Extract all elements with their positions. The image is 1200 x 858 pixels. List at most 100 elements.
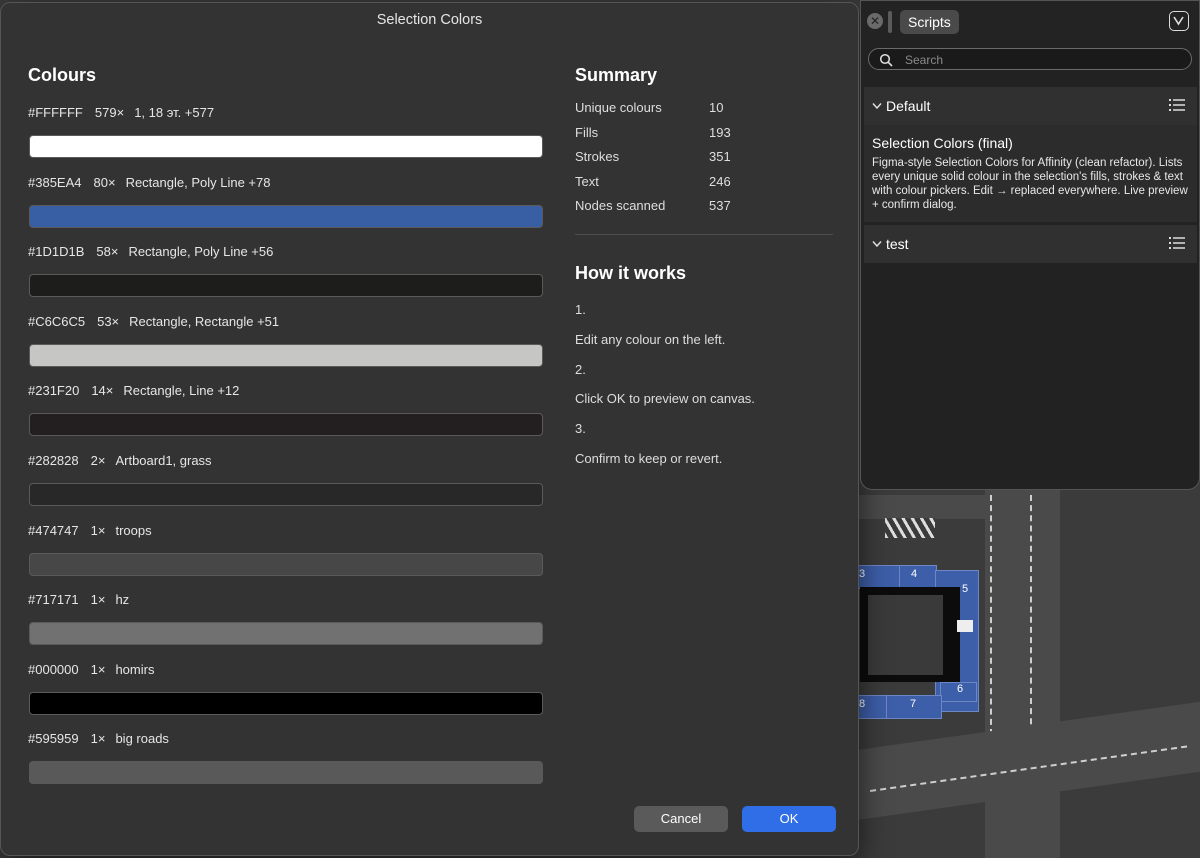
summary-value: 246	[709, 174, 731, 189]
colour-picker-swatch[interactable]	[29, 692, 543, 715]
swatch-hex: #1D1D1B	[28, 244, 85, 259]
swatch-nodes: Artboard1, grass	[115, 453, 212, 468]
swatch-count: 1×	[90, 523, 106, 538]
swatch-count: 14×	[91, 383, 114, 398]
chevron-down-icon[interactable]	[1169, 11, 1189, 31]
building-label: 6	[957, 683, 964, 695]
summary-label: Text	[575, 174, 599, 189]
building-label: 8	[859, 698, 866, 710]
panel-grip[interactable]	[888, 11, 892, 33]
swatch-label: #282828 2× Artboard1, grass	[28, 453, 212, 468]
tab-scripts[interactable]: Scripts	[900, 10, 959, 34]
chevron-down-icon[interactable]	[872, 102, 882, 110]
swatch-hex: #000000	[28, 662, 79, 677]
swatch-label: #FFFFFF 579× 1, 18 эт. +577	[28, 105, 214, 120]
building: 7	[885, 695, 942, 719]
summary-label: Nodes scanned	[575, 198, 666, 213]
building: 4	[899, 565, 937, 589]
dialog-title: Selection Colors	[376, 12, 483, 28]
swatch-count: 1×	[90, 662, 106, 677]
swatch-count: 1×	[90, 592, 106, 607]
swatch-label: #000000 1× homirs	[28, 662, 154, 677]
swatch-nodes: big roads	[115, 731, 169, 746]
building: 8	[857, 695, 887, 719]
script-description: Figma-style Selection Colors for Affinit…	[872, 157, 1188, 211]
swatch-hex: #474747	[28, 523, 79, 538]
step-number: 3.	[575, 421, 586, 436]
group-header-default[interactable]: Default	[864, 87, 1197, 125]
list-menu-icon[interactable]	[1169, 237, 1185, 249]
building: 3	[857, 565, 901, 589]
summary-label: Fills	[575, 125, 599, 140]
cancel-button[interactable]: Cancel	[634, 806, 728, 832]
group-header-test[interactable]: test	[864, 225, 1197, 263]
swatch-hex: #595959	[28, 731, 79, 746]
step-number: 2.	[575, 362, 586, 377]
colour-picker-swatch[interactable]	[29, 205, 543, 228]
swatch-hex: #231F20	[28, 383, 80, 398]
step-text: Edit any colour on the left.	[575, 332, 726, 347]
colour-picker-swatch[interactable]	[29, 553, 543, 576]
colour-picker-swatch[interactable]	[29, 274, 543, 297]
colour-picker-swatch[interactable]	[29, 483, 543, 506]
swatch-nodes: Rectangle, Poly Line +78	[125, 175, 271, 190]
summary-value: 537	[709, 198, 731, 213]
colour-picker-swatch[interactable]	[29, 413, 543, 436]
parking-area	[885, 518, 935, 538]
summary-value: 351	[709, 149, 731, 164]
lane-marking	[990, 495, 992, 735]
close-icon[interactable]: ✕	[867, 13, 883, 29]
colour-picker-swatch[interactable]	[29, 344, 543, 367]
swatch-hex: #FFFFFF	[28, 105, 83, 120]
script-item[interactable]: Selection Colors (final) Figma-style Sel…	[864, 125, 1197, 222]
search-input[interactable]	[903, 51, 1177, 69]
step-number: 1.	[575, 302, 586, 317]
colour-picker-swatch[interactable]	[29, 135, 543, 158]
chevron-down-icon[interactable]	[872, 240, 882, 248]
colour-picker-swatch[interactable]	[29, 622, 543, 645]
summary-value: 193	[709, 125, 731, 140]
swatch-hex: #717171	[28, 592, 79, 607]
swatch-count: 2×	[90, 453, 106, 468]
road	[857, 495, 987, 519]
list-menu-icon[interactable]	[1169, 99, 1185, 111]
swatch-count: 80×	[93, 175, 116, 190]
swatch-nodes: Rectangle, Rectangle +51	[129, 314, 280, 329]
how-it-works-heading: How it works	[575, 263, 687, 283]
swatch-nodes: homirs	[115, 662, 155, 677]
swatch-nodes: Rectangle, Line +12	[123, 383, 240, 398]
swatch-hex: #282828	[28, 453, 79, 468]
swatch-nodes: 1, 18 эт. +577	[134, 105, 215, 120]
swatch-count: 53×	[97, 314, 120, 329]
building-label: 3	[859, 568, 866, 580]
group-name: test	[886, 236, 909, 252]
swatch-count: 58×	[96, 244, 119, 259]
marker	[957, 620, 973, 632]
summary-label: Unique colours	[575, 100, 662, 115]
swatch-hex: #385EA4	[28, 175, 82, 190]
inner-courtyard	[868, 595, 943, 675]
swatch-label: #385EA4 80× Rectangle, Poly Line +78	[28, 175, 270, 190]
ok-button[interactable]: OK	[742, 806, 836, 832]
colours-heading: Colours	[28, 65, 97, 85]
scripts-panel: ✕ Scripts Default Selection Colors (fina…	[860, 0, 1200, 490]
swatch-count: 1×	[90, 731, 106, 746]
swatch-label: #474747 1× troops	[28, 523, 152, 538]
script-name: Selection Colors (final)	[872, 135, 1013, 151]
building-label: 4	[911, 568, 918, 580]
swatch-label: #717171 1× hz	[28, 592, 129, 607]
building-label: 7	[910, 698, 917, 710]
selection-colors-dialog: Selection Colors Colours #FFFFFF 579× 1, 1…	[0, 2, 859, 856]
search-box[interactable]	[868, 48, 1192, 70]
summary-label: Strokes	[575, 149, 620, 164]
swatch-count: 579×	[94, 105, 125, 120]
swatch-nodes: Rectangle, Poly Line +56	[128, 244, 274, 259]
swatch-nodes: troops	[115, 523, 152, 538]
building: 6	[940, 682, 977, 702]
swatch-nodes: hz	[115, 592, 130, 607]
colour-picker-swatch[interactable]	[29, 761, 543, 784]
swatch-hex: #C6C6C5	[28, 314, 86, 329]
swatch-label: #595959 1× big roads	[28, 731, 169, 746]
summary-value: 10	[709, 100, 724, 115]
swatch-label: #1D1D1B 58× Rectangle, Poly Line +56	[28, 244, 273, 259]
